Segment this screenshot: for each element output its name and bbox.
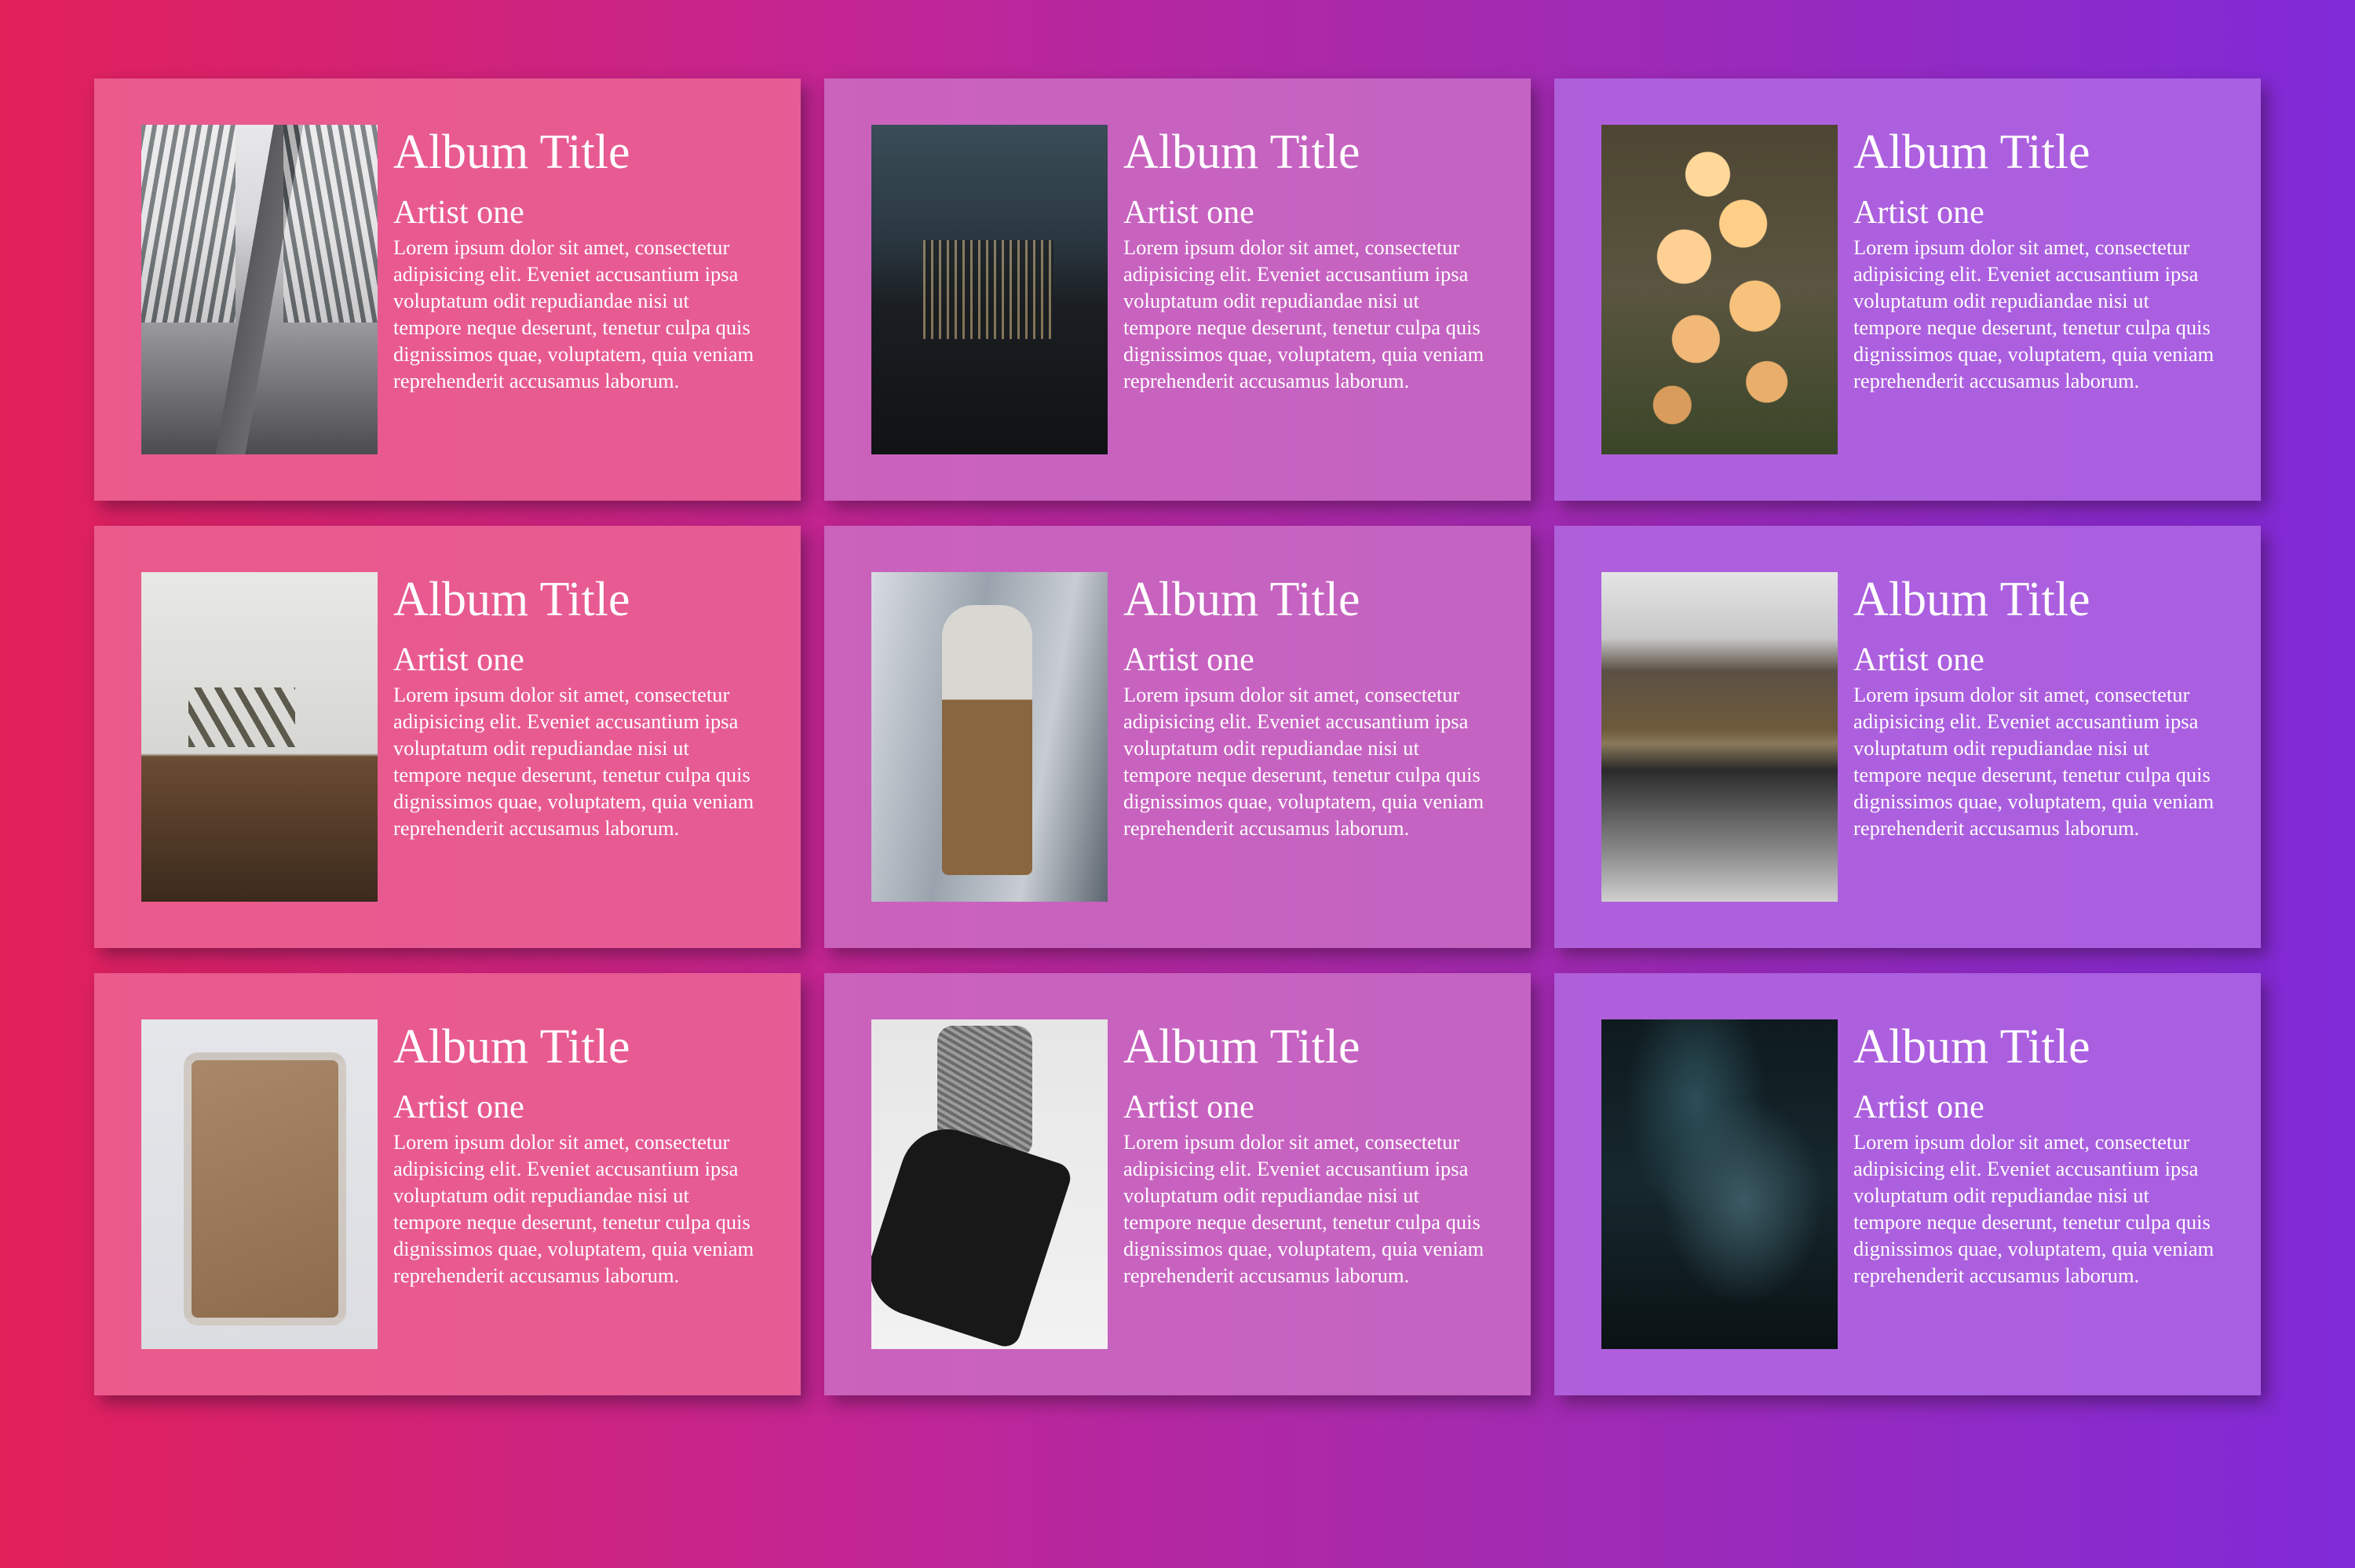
album-title: Album Title bbox=[393, 126, 630, 179]
album-info: Album Title Artist one Lorem ipsum dolor… bbox=[1853, 572, 2222, 902]
artist-name: Artist one bbox=[393, 642, 524, 678]
album-description: Lorem ipsum dolor sit amet, consectetur … bbox=[1853, 1130, 2214, 1287]
artist-name: Artist one bbox=[1123, 1089, 1254, 1125]
album-description: Lorem ipsum dolor sit amet, consectetur … bbox=[393, 1130, 754, 1287]
album-card[interactable]: Album Title Artist one Lorem ipsum dolor… bbox=[1554, 78, 2261, 501]
album-info: Album Title Artist one Lorem ipsum dolor… bbox=[1123, 1019, 1492, 1349]
album-title: Album Title bbox=[393, 573, 630, 626]
artist-name: Artist one bbox=[393, 195, 524, 231]
album-title: Album Title bbox=[1123, 573, 1360, 626]
album-cover-image bbox=[1601, 572, 1838, 902]
artist-name: Artist one bbox=[1123, 195, 1254, 231]
album-cover-image bbox=[141, 572, 378, 902]
artist-name: Artist one bbox=[1123, 642, 1254, 678]
album-grid: Album Title Artist one Lorem ipsum dolor… bbox=[94, 78, 2261, 1395]
album-cover-image bbox=[141, 125, 378, 454]
album-title: Album Title bbox=[1123, 126, 1360, 179]
album-card[interactable]: Album Title Artist one Lorem ipsum dolor… bbox=[1554, 973, 2261, 1395]
album-cover-image bbox=[141, 1019, 378, 1349]
album-cover-image bbox=[871, 1019, 1108, 1349]
album-card[interactable]: Album Title Artist one Lorem ipsum dolor… bbox=[824, 78, 1531, 501]
album-cover-image bbox=[871, 572, 1108, 902]
album-description: Lorem ipsum dolor sit amet, consectetur … bbox=[1123, 683, 1484, 840]
album-card[interactable]: Album Title Artist one Lorem ipsum dolor… bbox=[824, 526, 1531, 948]
album-info: Album Title Artist one Lorem ipsum dolor… bbox=[393, 572, 761, 902]
album-cover-image bbox=[1601, 1019, 1838, 1349]
album-description: Lorem ipsum dolor sit amet, consectetur … bbox=[1123, 1130, 1484, 1287]
album-info: Album Title Artist one Lorem ipsum dolor… bbox=[1853, 1019, 2222, 1349]
album-description: Lorem ipsum dolor sit amet, consectetur … bbox=[1853, 235, 2214, 392]
album-title: Album Title bbox=[1853, 126, 2090, 179]
album-description: Lorem ipsum dolor sit amet, consectetur … bbox=[393, 235, 754, 392]
album-card[interactable]: Album Title Artist one Lorem ipsum dolor… bbox=[94, 526, 801, 948]
album-cover-image bbox=[1601, 125, 1838, 454]
album-info: Album Title Artist one Lorem ipsum dolor… bbox=[393, 125, 761, 454]
album-description: Lorem ipsum dolor sit amet, consectetur … bbox=[1123, 235, 1484, 392]
artist-name: Artist one bbox=[1853, 195, 1984, 231]
album-card[interactable]: Album Title Artist one Lorem ipsum dolor… bbox=[94, 78, 801, 501]
album-title: Album Title bbox=[1853, 1020, 2090, 1074]
album-info: Album Title Artist one Lorem ipsum dolor… bbox=[1853, 125, 2222, 454]
album-card[interactable]: Album Title Artist one Lorem ipsum dolor… bbox=[824, 973, 1531, 1395]
artist-name: Artist one bbox=[1853, 642, 1984, 678]
album-info: Album Title Artist one Lorem ipsum dolor… bbox=[393, 1019, 761, 1349]
album-title: Album Title bbox=[1853, 573, 2090, 626]
album-title: Album Title bbox=[1123, 1020, 1360, 1074]
album-cover-image bbox=[871, 125, 1108, 454]
album-card[interactable]: Album Title Artist one Lorem ipsum dolor… bbox=[94, 973, 801, 1395]
artist-name: Artist one bbox=[393, 1089, 524, 1125]
album-card[interactable]: Album Title Artist one Lorem ipsum dolor… bbox=[1554, 526, 2261, 948]
artist-name: Artist one bbox=[1853, 1089, 1984, 1125]
album-description: Lorem ipsum dolor sit amet, consectetur … bbox=[393, 683, 754, 840]
album-title: Album Title bbox=[393, 1020, 630, 1074]
album-description: Lorem ipsum dolor sit amet, consectetur … bbox=[1853, 683, 2214, 840]
album-info: Album Title Artist one Lorem ipsum dolor… bbox=[1123, 572, 1492, 902]
album-info: Album Title Artist one Lorem ipsum dolor… bbox=[1123, 125, 1492, 454]
